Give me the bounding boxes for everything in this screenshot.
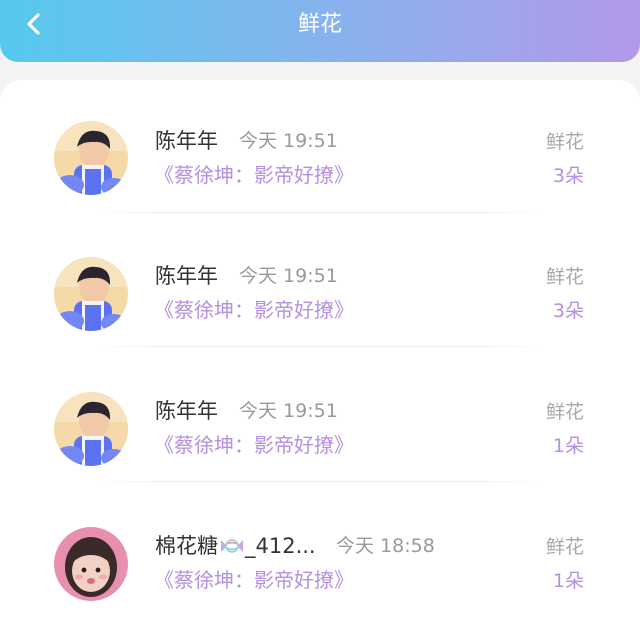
user-name-text: 棉花糖 — [155, 534, 218, 558]
user-name: 陈年年 — [155, 264, 218, 288]
page-title: 鲜花 — [297, 12, 342, 37]
drama-title-link[interactable]: 《蔡徐坤：影帝好撩》 — [154, 162, 354, 188]
timestamp: 今天 19:51 — [239, 400, 338, 422]
avatar[interactable] — [54, 527, 128, 601]
gift-record-list: 陈年年 今天 19:51 《蔡徐坤：影帝好撩》 鲜花 3朵 陈年年 今天 19:… — [0, 80, 640, 640]
drama-title-link[interactable]: 《蔡徐坤：影帝好撩》 — [154, 432, 354, 458]
boy-avatar-icon — [54, 392, 128, 466]
user-name: 陈年年 — [155, 129, 218, 153]
top-bar: 鲜花 — [0, 0, 640, 62]
boy-avatar-icon — [54, 257, 128, 331]
user-name: 陈年年 — [155, 399, 218, 423]
gift-count: 1朵 — [552, 570, 584, 592]
timestamp: 今天 18:58 — [336, 535, 435, 557]
avatar[interactable] — [54, 121, 128, 195]
drama-title-link[interactable]: 《蔡徐坤：影帝好撩》 — [154, 567, 354, 593]
gift-type: 鲜花 — [545, 401, 584, 423]
user-name-suffix: _412... — [245, 534, 316, 558]
avatar[interactable] — [54, 392, 128, 466]
gift-type: 鲜花 — [545, 131, 584, 153]
list-item[interactable]: 棉花糖 _412... 今天 18:58 《蔡徐坤：影帝好撩》 鲜花 1朵 — [0, 484, 640, 618]
gift-count: 1朵 — [552, 435, 584, 457]
avatar[interactable] — [54, 257, 128, 331]
gift-count: 3朵 — [552, 300, 584, 322]
list-item[interactable]: 陈年年 今天 19:51 《蔡徐坤：影帝好撩》 鲜花 1朵 — [0, 349, 640, 483]
divider — [96, 346, 544, 347]
divider — [96, 212, 544, 213]
gift-type: 鲜花 — [545, 266, 584, 288]
list-item[interactable]: 陈年年 今天 19:51 《蔡徐坤：影帝好撩》 鲜花 3朵 — [0, 214, 640, 348]
timestamp: 今天 19:51 — [239, 130, 338, 152]
drama-title-link[interactable]: 《蔡徐坤：影帝好撩》 — [154, 297, 354, 323]
boy-avatar-icon — [54, 121, 128, 195]
gift-type: 鲜花 — [545, 536, 584, 558]
candy-icon — [221, 539, 243, 553]
gift-count: 3朵 — [552, 165, 584, 187]
girl-avatar-icon — [54, 527, 128, 601]
list-item[interactable]: 陈年年 今天 19:51 《蔡徐坤：影帝好撩》 鲜花 3朵 — [0, 80, 640, 214]
divider — [96, 481, 544, 482]
timestamp: 今天 19:51 — [239, 265, 338, 287]
user-name: 棉花糖 _412... — [155, 533, 316, 559]
